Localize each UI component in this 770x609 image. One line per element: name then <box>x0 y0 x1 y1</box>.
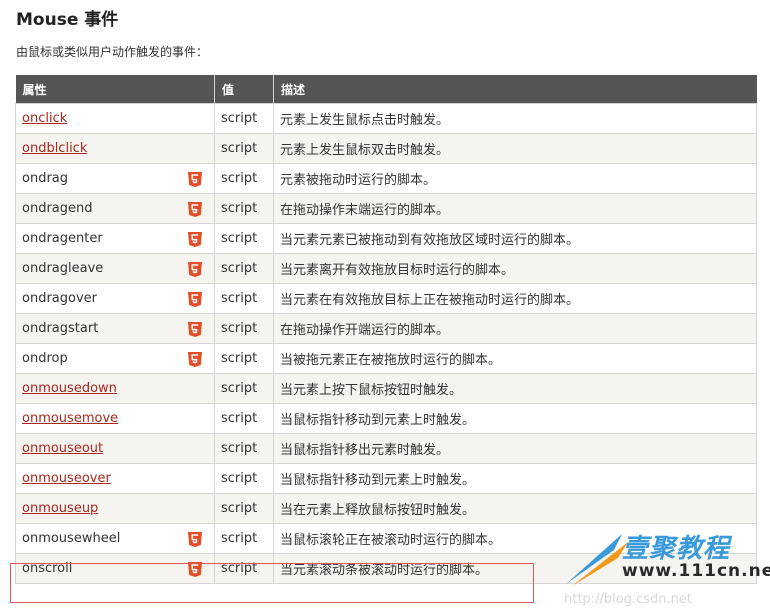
attribute-link[interactable]: onmousedown <box>22 381 117 396</box>
value-cell: script <box>214 553 274 584</box>
watermark-url: http://blog.csdn.net <box>564 592 692 607</box>
html5-icon <box>188 352 202 367</box>
value-cell: script <box>214 313 274 344</box>
description-cell: 当鼠标指针移动到元素上时触发。 <box>273 403 757 434</box>
table-row: ondragleave script 当元素离开有效拖放目标时运行的脚本。 <box>15 253 757 284</box>
attribute-cell: ondragenter <box>15 223 215 254</box>
description-cell: 当元素上按下鼠标按钮时触发。 <box>273 373 757 404</box>
value-cell: script <box>214 523 274 554</box>
attribute-name: ondragenter <box>22 231 103 246</box>
table-row: onmouseout script 当鼠标指针移出元素时触发。 <box>15 433 757 464</box>
table-row: ondrop script 当被拖元素正在被拖放时运行的脚本。 <box>15 343 757 374</box>
html5-icon <box>188 202 202 217</box>
attribute-cell: ondragleave <box>15 253 215 284</box>
value-cell: script <box>214 283 274 314</box>
description-cell: 元素上发生鼠标点击时触发。 <box>273 103 757 134</box>
attribute-cell: onmouseout <box>15 433 215 464</box>
html5-icon <box>188 532 202 547</box>
table-row: ondragenter script 当元素元素已被拖动到有效拖放区域时运行的脚本。 <box>15 223 757 254</box>
value-cell: script <box>214 103 274 134</box>
table-row: ondragover script 当元素在有效拖放目标上正在被拖动时运行的脚本。 <box>15 283 757 314</box>
description-cell: 当元素元素已被拖动到有效拖放区域时运行的脚本。 <box>273 223 757 254</box>
attribute-name: onmousewheel <box>22 531 121 546</box>
attribute-cell: ondblclick <box>15 133 215 164</box>
attribute-name: ondragleave <box>22 261 104 276</box>
description-cell: 当鼠标滚轮正在被滚动时运行的脚本。 <box>273 523 757 554</box>
html5-icon <box>188 172 202 187</box>
table-row: onmouseup script 当在元素上释放鼠标按钮时触发。 <box>15 493 757 524</box>
mouse-events-table: 属性 值 描述 onclick script 元素上发生鼠标点击时触发。 ondblc… <box>15 75 757 584</box>
value-cell: script <box>214 343 274 374</box>
table-row: onmousedown script 当元素上按下鼠标按钮时触发。 <box>15 373 757 404</box>
html5-icon <box>188 562 202 577</box>
value-cell: script <box>214 493 274 524</box>
html5-icon <box>188 262 202 277</box>
attribute-link[interactable]: onmouseup <box>22 501 98 516</box>
attribute-name: ondragstart <box>22 321 99 336</box>
page-title: Mouse 事件 <box>16 10 119 30</box>
attribute-name: ondragend <box>22 201 93 216</box>
attribute-link[interactable]: onmouseover <box>22 471 111 486</box>
value-cell: script <box>214 373 274 404</box>
description-cell: 当被拖元素正在被拖放时运行的脚本。 <box>273 343 757 374</box>
table-row: ondragend script 在拖动操作末端运行的脚本。 <box>15 193 757 224</box>
table-header-row: 属性 值 描述 <box>15 75 757 104</box>
attribute-cell: onmousewheel <box>15 523 215 554</box>
description-cell: 当鼠标指针移出元素时触发。 <box>273 433 757 464</box>
table-row: onmouseover script 当鼠标指针移动到元素上时触发。 <box>15 463 757 494</box>
attribute-name: ondrag <box>22 171 69 186</box>
attribute-cell: onmousedown <box>15 373 215 404</box>
attribute-link[interactable]: onmouseout <box>22 441 103 456</box>
attribute-name: ondragover <box>22 291 97 306</box>
attribute-cell: onmouseup <box>15 493 215 524</box>
value-cell: script <box>214 193 274 224</box>
description-cell: 元素上发生鼠标双击时触发。 <box>273 133 757 164</box>
attribute-link[interactable]: onmousemove <box>22 411 118 426</box>
description-cell: 元素被拖动时运行的脚本。 <box>273 163 757 194</box>
html5-icon <box>188 292 202 307</box>
header-attribute: 属性 <box>15 75 215 104</box>
value-cell: script <box>214 403 274 434</box>
attribute-cell: onmousemove <box>15 403 215 434</box>
table-row: ondblclick script 元素上发生鼠标双击时触发。 <box>15 133 757 164</box>
page-subtitle: 由鼠标或类似用户动作触发的事件： <box>16 45 209 59</box>
value-cell: script <box>214 223 274 254</box>
description-cell: 在拖动操作末端运行的脚本。 <box>273 193 757 224</box>
table-row: ondragstart script 在拖动操作开端运行的脚本。 <box>15 313 757 344</box>
description-cell: 当元素在有效拖放目标上正在被拖动时运行的脚本。 <box>273 283 757 314</box>
table-row: onclick script 元素上发生鼠标点击时触发。 <box>15 103 757 134</box>
value-cell: script <box>214 133 274 164</box>
page: Mouse 事件 由鼠标或类似用户动作触发的事件： 属性 值 描述 onclic… <box>0 0 770 609</box>
attribute-name: onscroll <box>22 561 73 576</box>
attribute-cell: ondrop <box>15 343 215 374</box>
header-description: 描述 <box>273 75 757 104</box>
value-cell: script <box>214 163 274 194</box>
table-body: onclick script 元素上发生鼠标点击时触发。 ondblclick scri… <box>15 103 757 584</box>
description-cell: 当元素离开有效拖放目标时运行的脚本。 <box>273 253 757 284</box>
description-cell: 在拖动操作开端运行的脚本。 <box>273 313 757 344</box>
attribute-cell: ondragover <box>15 283 215 314</box>
table-row: onmousewheel script 当鼠标滚轮正在被滚动时运行的脚本。 <box>15 523 757 554</box>
attribute-cell: ondragstart <box>15 313 215 344</box>
value-cell: script <box>214 463 274 494</box>
value-cell: script <box>214 253 274 284</box>
attribute-cell: onscroll <box>15 553 215 584</box>
attribute-cell: onmouseover <box>15 463 215 494</box>
table-row: onscroll script 当元素滚动条被滚动时运行的脚本。 <box>15 553 757 584</box>
description-cell: 当在元素上释放鼠标按钮时触发。 <box>273 493 757 524</box>
table-row: ondrag script 元素被拖动时运行的脚本。 <box>15 163 757 194</box>
description-cell: 当元素滚动条被滚动时运行的脚本。 <box>273 553 757 584</box>
attribute-cell: onclick <box>15 103 215 134</box>
attribute-cell: ondrag <box>15 163 215 194</box>
description-cell: 当鼠标指针移动到元素上时触发。 <box>273 463 757 494</box>
attribute-name: ondrop <box>22 351 68 366</box>
attribute-link[interactable]: ondblclick <box>22 141 87 156</box>
table-row: onmousemove script 当鼠标指针移动到元素上时触发。 <box>15 403 757 434</box>
value-cell: script <box>214 433 274 464</box>
html5-icon <box>188 322 202 337</box>
html5-icon <box>188 232 202 247</box>
attribute-link[interactable]: onclick <box>22 111 67 126</box>
header-value: 值 <box>214 75 274 104</box>
attribute-cell: ondragend <box>15 193 215 224</box>
